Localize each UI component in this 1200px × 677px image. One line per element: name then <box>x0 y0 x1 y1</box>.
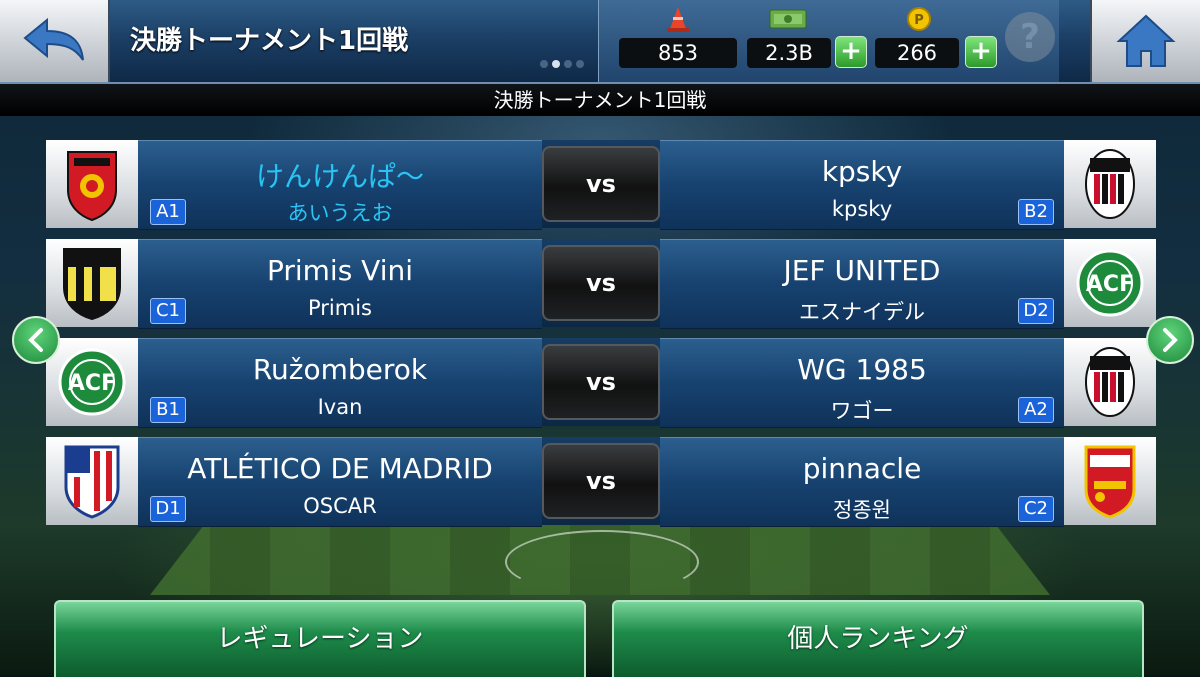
vs-slot: vs <box>542 338 660 426</box>
green-crest-icon: ACF <box>1076 249 1144 317</box>
home-player-name: Primis <box>308 296 372 320</box>
arsenal-crest-icon <box>1084 445 1136 519</box>
away-team-name: JEF UNITED <box>783 254 941 287</box>
coin-icon: P <box>907 7 931 31</box>
match-row[interactable]: けんけんぱ〜 あいうえお A1 vs kpsky kpsky B2 <box>46 140 1156 230</box>
vs-label: vs <box>542 443 660 519</box>
away-player-name: ワゴー <box>830 399 894 423</box>
home-team-panel: けんけんぱ〜 あいうえお A1 <box>138 140 542 230</box>
away-crest <box>1064 140 1156 228</box>
away-seed-badge: D2 <box>1018 298 1054 324</box>
page-dot <box>576 60 584 68</box>
home-team-panel: Primis Vini Primis C1 <box>138 239 542 329</box>
home-seed-badge: A1 <box>150 199 186 225</box>
red-crest-icon <box>67 151 117 222</box>
match-row[interactable]: ATLÉTICO DE MADRID OSCAR D1 vs pinnacle … <box>46 437 1156 527</box>
chevron-left-icon <box>28 328 43 352</box>
ranking-button[interactable]: 個人ランキング <box>612 600 1144 677</box>
home-crest <box>46 437 138 525</box>
points-amount: 266 <box>875 38 959 68</box>
add-points-button[interactable]: + <box>965 36 997 68</box>
green-crest-icon: ACF <box>58 348 126 416</box>
acm-crest-icon <box>1085 347 1135 417</box>
cone-icon <box>667 7 689 32</box>
home-team-name: けんけんぱ〜 <box>255 160 424 193</box>
away-player-name: 정종원 <box>833 498 891 522</box>
money-amount: 2.3B <box>747 38 831 68</box>
section-title: 決勝トーナメント1回戦 <box>0 84 1200 116</box>
vs-label: vs <box>542 146 660 222</box>
money-icon <box>769 9 807 29</box>
home-team-name: Ružomberok <box>252 353 428 386</box>
away-team-panel: JEF UNITED エスナイデル D2 <box>660 239 1064 329</box>
regulation-button[interactable]: レギュレーション <box>54 600 586 677</box>
vs-label: vs <box>542 245 660 321</box>
acm-crest-icon <box>1085 149 1135 219</box>
away-crest <box>1064 437 1156 525</box>
away-seed-badge: B2 <box>1018 199 1054 225</box>
chevron-right-icon <box>1163 328 1178 352</box>
away-team-panel: pinnacle 정종원 C2 <box>660 437 1064 527</box>
home-seed-badge: D1 <box>150 496 186 522</box>
home-team-panel: Ružomberok Ivan B1 <box>138 338 542 428</box>
add-money-button[interactable]: + <box>835 36 867 68</box>
page-indicator <box>540 60 584 68</box>
away-crest: ACF <box>1064 239 1156 327</box>
home-team-name: Primis Vini <box>266 254 414 287</box>
home-team-panel: ATLÉTICO DE MADRID OSCAR D1 <box>138 437 542 527</box>
cone-count: 853 <box>619 38 737 68</box>
away-player-name: エスナイデル <box>799 300 925 324</box>
help-button[interactable]: ? <box>1005 12 1055 62</box>
top-bar: 決勝トーナメント1回戦 853 2.3B + P 266 + ? <box>0 0 1200 84</box>
away-team-panel: WG 1985 ワゴー A2 <box>660 338 1064 428</box>
match-row[interactable]: Primis Vini Primis C1 vs JEF UNITED エスナイ… <box>46 239 1156 329</box>
away-player-name: kpsky <box>831 197 893 221</box>
svg-text:ACF: ACF <box>1086 272 1134 297</box>
atletico-crest-icon <box>64 445 120 519</box>
svg-text:ACF: ACF <box>68 371 116 396</box>
away-seed-badge: A2 <box>1018 397 1054 423</box>
home-crest <box>46 239 138 327</box>
away-crest <box>1064 338 1156 426</box>
home-icon <box>1116 14 1176 67</box>
away-seed-badge: C2 <box>1018 496 1054 522</box>
black-white-crest-icon <box>63 248 121 321</box>
home-team-name: ATLÉTICO DE MADRID <box>187 452 493 485</box>
home-crest <box>46 140 138 228</box>
next-page-button[interactable] <box>1146 316 1194 364</box>
page-dot <box>564 60 572 68</box>
page-dot-active <box>552 60 560 68</box>
previous-page-button[interactable] <box>12 316 60 364</box>
currency-panel: 853 2.3B + P 266 + <box>598 0 1059 82</box>
page-dot <box>540 60 548 68</box>
svg-text:P: P <box>914 13 924 28</box>
home-seed-badge: C1 <box>150 298 186 324</box>
back-button[interactable] <box>0 0 110 82</box>
away-team-name: WG 1985 <box>797 353 927 386</box>
home-player-name: あいうえお <box>287 201 393 225</box>
page-title: 決勝トーナメント1回戦 <box>130 26 409 56</box>
center-circle <box>505 530 699 594</box>
home-player-name: OSCAR <box>303 494 377 518</box>
home-seed-badge: B1 <box>150 397 186 423</box>
match-row[interactable]: ACF Ružomberok Ivan B1 vs WG 1985 ワゴー A2 <box>46 338 1156 428</box>
away-team-name: kpsky <box>821 155 903 188</box>
vs-label: vs <box>542 344 660 420</box>
away-team-name: pinnacle <box>802 452 922 485</box>
home-player-name: Ivan <box>317 395 363 419</box>
back-arrow-icon <box>23 17 84 61</box>
away-team-panel: kpsky kpsky B2 <box>660 140 1064 230</box>
vs-slot: vs <box>542 140 660 228</box>
home-crest: ACF <box>46 338 138 426</box>
vs-slot: vs <box>542 239 660 327</box>
home-button[interactable] <box>1090 0 1200 82</box>
vs-slot: vs <box>542 437 660 525</box>
